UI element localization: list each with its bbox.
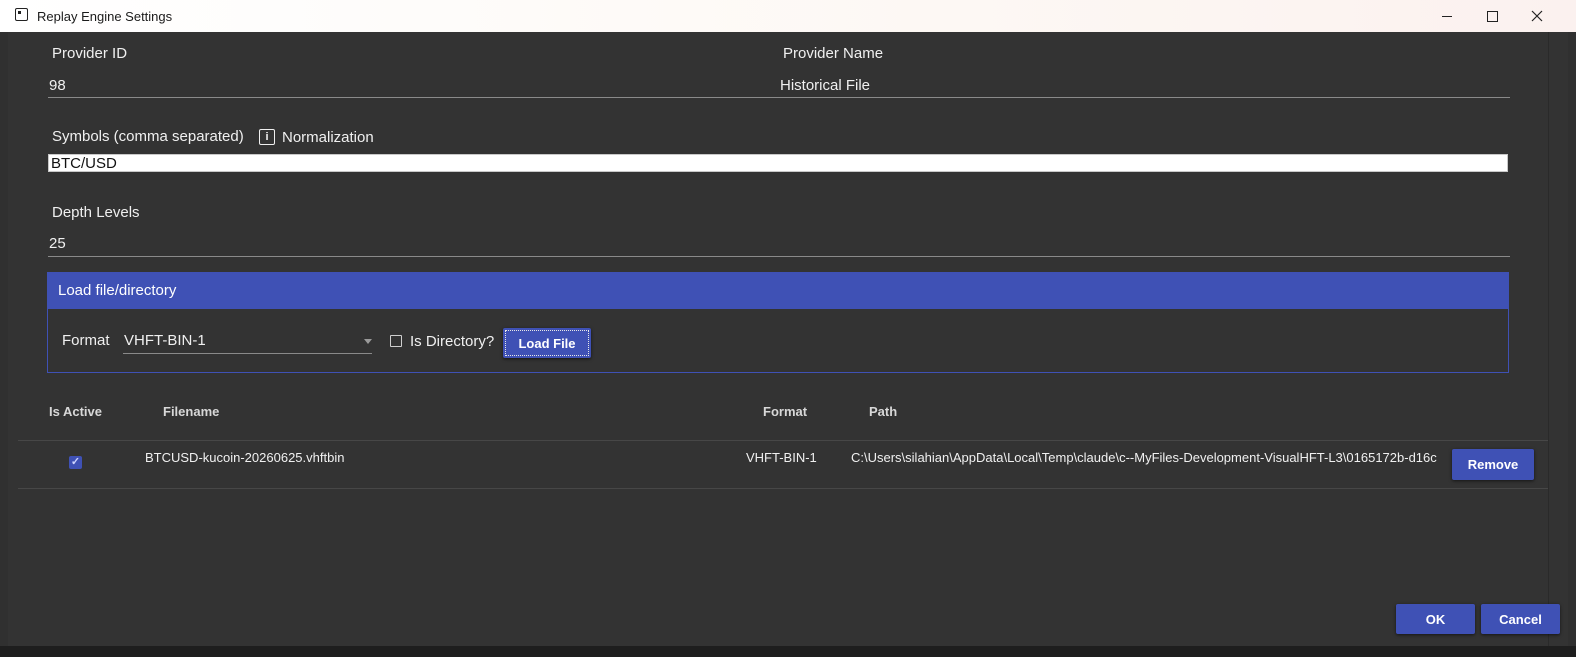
- is-directory-checkbox[interactable]: [390, 335, 402, 347]
- table-row-divider: [18, 440, 1548, 441]
- ok-button[interactable]: OK: [1396, 604, 1475, 634]
- provider-id-label: Provider ID: [52, 45, 128, 62]
- provider-id-field[interactable]: 98: [49, 77, 66, 94]
- provider-name-label: Provider Name: [783, 45, 884, 62]
- header-is-active[interactable]: Is Active: [49, 404, 102, 419]
- info-icon[interactable]: i: [259, 129, 275, 145]
- depth-levels-underline: [48, 256, 1510, 257]
- close-icon[interactable]: [1514, 0, 1560, 32]
- scroll-edge: [1548, 32, 1549, 646]
- table-row-divider: [18, 488, 1548, 489]
- depth-levels-label: Depth Levels: [52, 204, 140, 221]
- row-path: C:\Users\silahian\AppData\Local\Temp\cla…: [851, 450, 1437, 465]
- title-bar: Replay Engine Settings: [0, 0, 1576, 32]
- header-path[interactable]: Path: [869, 404, 897, 419]
- window-bottom-border: [0, 646, 1576, 657]
- depth-levels-field[interactable]: 25: [49, 235, 66, 252]
- cancel-button[interactable]: Cancel: [1481, 604, 1560, 634]
- is-directory-label[interactable]: Is Directory?: [410, 333, 494, 350]
- format-select-underline: [123, 353, 372, 354]
- header-format[interactable]: Format: [763, 404, 807, 419]
- format-label: Format: [62, 332, 110, 349]
- symbols-input[interactable]: BTC/USD: [48, 154, 1508, 172]
- load-file-button[interactable]: Load File: [503, 328, 591, 358]
- format-select[interactable]: VHFT-BIN-1: [124, 332, 206, 349]
- app-icon: [15, 8, 28, 21]
- header-filename[interactable]: Filename: [163, 404, 219, 419]
- normalization-label[interactable]: Normalization: [282, 129, 374, 146]
- provider-id-underline: [48, 97, 1510, 98]
- is-active-checkbox[interactable]: ✓: [69, 456, 82, 469]
- window-title: Replay Engine Settings: [37, 9, 173, 24]
- load-file-group: Load file/directory: [47, 272, 1509, 373]
- row-filename: BTCUSD-kucoin-20260625.vhftbin: [145, 450, 345, 465]
- load-file-header: Load file/directory: [48, 273, 1508, 309]
- chevron-down-icon[interactable]: [364, 339, 372, 344]
- row-format: VHFT-BIN-1: [746, 450, 817, 465]
- minimize-icon[interactable]: [1424, 0, 1470, 32]
- remove-button[interactable]: Remove: [1452, 449, 1534, 480]
- symbols-label: Symbols (comma separated): [52, 128, 244, 145]
- maximize-icon[interactable]: [1469, 0, 1515, 32]
- provider-name-field[interactable]: Historical File: [780, 77, 870, 94]
